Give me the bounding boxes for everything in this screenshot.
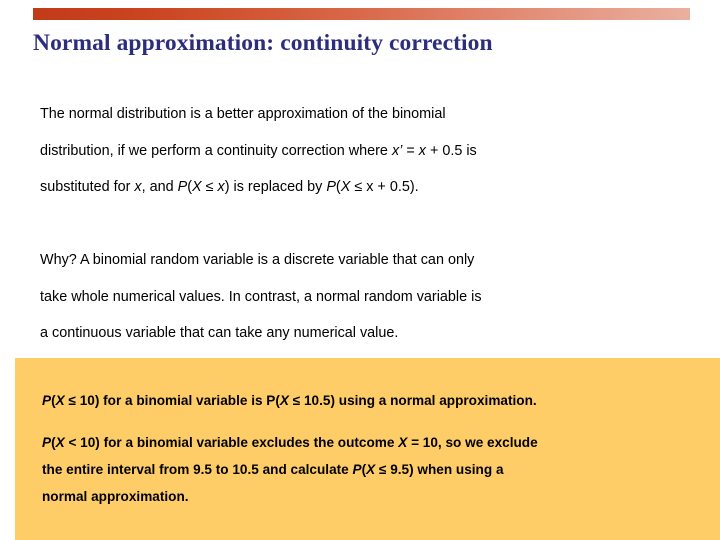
callout-paragraph-2-line-3: normal approximation.	[42, 483, 692, 510]
slide-canvas: Normal approximation: continuity correct…	[0, 0, 720, 540]
math-var-x-3: x	[217, 179, 225, 195]
body-p1-l2-text-c: + 0.5 is	[425, 142, 477, 159]
math-var-x-1: x	[418, 142, 426, 159]
callout-math-var-X-4: X	[398, 435, 408, 450]
body-p1-l3-text-d: ≤ x + 0.5).	[350, 179, 419, 195]
callout-math-var-X-1: X	[55, 393, 65, 408]
body-paragraph-2-line-1: Why? A binomial random variable is a dis…	[40, 242, 690, 279]
body-p1-l2-text-b: =	[402, 142, 419, 159]
callout-math-var-X-5: X	[366, 462, 376, 477]
callout-p2-text-1: < 10) for a binomial variable excludes t…	[64, 435, 399, 450]
callout-paragraph-2-line-1: P(X < 10) for a binomial variable exclud…	[42, 429, 692, 456]
callout-p1-text-2: ≤ 10.5) using a normal approximation.	[288, 393, 537, 408]
body-paragraph-1-line-2: distribution, if we perform a continuity…	[40, 133, 690, 170]
callout-math-var-X-3: X	[55, 435, 65, 450]
body-paragraph-1-line-3: substituted for x, and P(X ≤ x) is repla…	[40, 169, 690, 206]
callout-p2-l3-text: normal approximation.	[42, 489, 189, 504]
math-var-X-2: X	[340, 179, 351, 195]
highlight-callout-panel: P(X ≤ 10) for a binomial variable is P(X…	[15, 358, 720, 540]
body-p1-l3-text-b: , and	[141, 179, 178, 195]
body-p1-l3-op-1: ≤	[201, 179, 218, 195]
body-paragraph-2-line-3: a continuous variable that can take any …	[40, 315, 690, 352]
body-p1-l3-text-c: ) is replaced by	[224, 179, 327, 195]
callout-paragraph-2-line-2: the entire interval from 9.5 to 10.5 and…	[42, 456, 692, 483]
body-p1-l1-text: The normal distribution is a better appr…	[40, 106, 446, 122]
callout-math-func-p-1: P	[42, 393, 52, 408]
body-paragraph-1-line-1: The normal distribution is a better appr…	[40, 96, 690, 133]
math-var-x-2: x	[134, 179, 142, 195]
callout-p2-l2-text-b: ≤ 9.5) when using a	[375, 462, 504, 477]
page-title: Normal approximation: continuity correct…	[33, 30, 493, 56]
body-p2-l2-text: take whole numerical values. In contrast…	[40, 288, 482, 305]
body-p1-l2-text-a: distribution, if we perform a continuity…	[40, 142, 392, 159]
callout-p1-text-1: ≤ 10) for a binomial variable is P(	[64, 393, 280, 408]
math-var-X-1: X	[192, 179, 202, 195]
body-paragraph-2-line-2: take whole numerical values. In contrast…	[40, 279, 690, 316]
body-p2-l3-text: a continuous variable that can take any …	[40, 325, 399, 341]
body-p2-l1-text: Why? A binomial random variable is a dis…	[40, 252, 475, 268]
callout-paragraph-1: P(X ≤ 10) for a binomial variable is P(X…	[42, 387, 692, 414]
callout-math-func-p-3: P	[352, 462, 362, 477]
callout-math-func-p-2: P	[42, 435, 52, 450]
callout-p2-l2-text-a: the entire interval from 9.5 to 10.5 and…	[42, 462, 353, 477]
body-p1-l3-text-a: substituted for	[40, 179, 135, 195]
math-var-x-prime: x’	[391, 142, 403, 159]
math-func-p-2: P	[326, 179, 336, 195]
header-gradient-bar	[33, 8, 690, 20]
callout-math-var-X-2: X	[279, 393, 289, 408]
body-text-block: The normal distribution is a better appr…	[40, 96, 690, 352]
callout-p2-text-2: = 10, so we exclude	[407, 435, 538, 450]
callout-text-block: P(X ≤ 10) for a binomial variable is P(X…	[42, 387, 692, 510]
math-func-p-1: P	[177, 179, 188, 195]
